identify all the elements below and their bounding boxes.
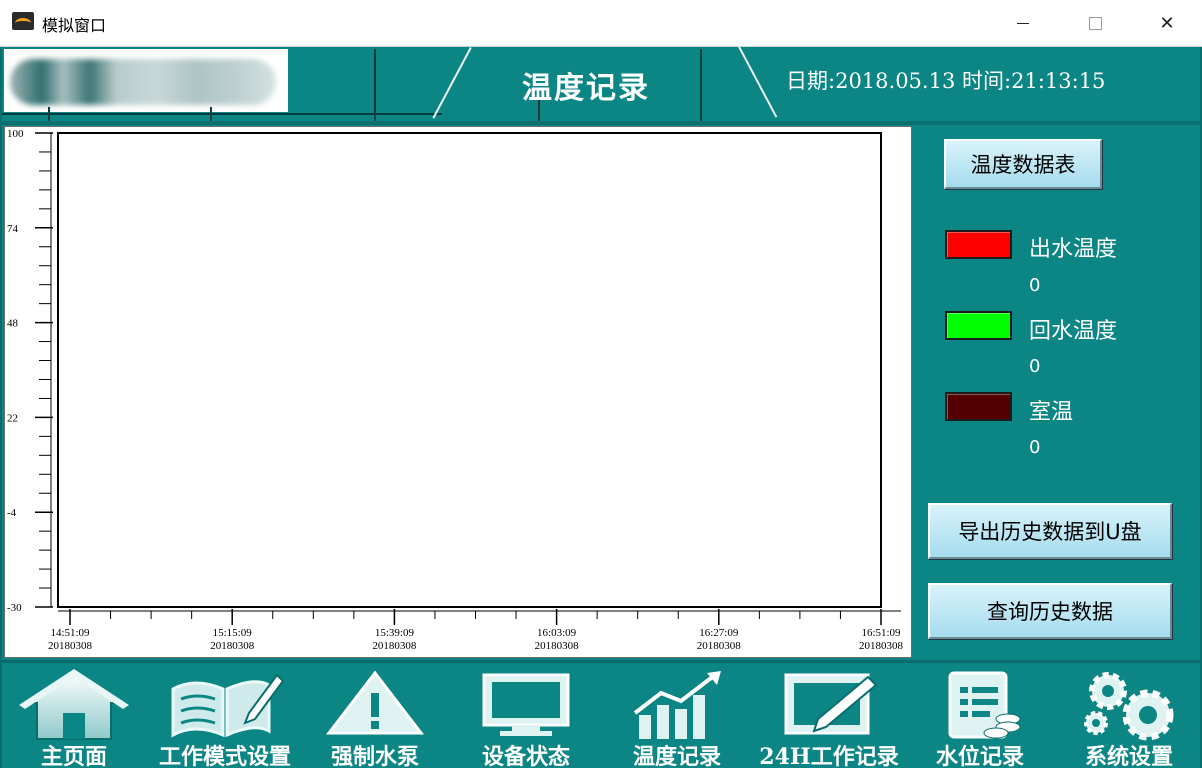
header-line	[2, 113, 442, 115]
y-tick-label: 74	[7, 223, 19, 235]
x-tick-time: 14:51:09	[50, 627, 90, 639]
header-divider	[700, 49, 702, 121]
header-tick	[48, 107, 50, 121]
minimize-icon	[1017, 22, 1029, 24]
header-slant-left	[432, 47, 472, 119]
nav-label: 24H工作记录	[759, 744, 899, 768]
close-button[interactable]: ✕	[1144, 6, 1190, 40]
book-pencil-icon	[150, 669, 300, 741]
monitor-icon	[451, 669, 601, 741]
app-icon	[12, 12, 34, 30]
query-history-button[interactable]: 查询历史数据	[928, 583, 1172, 639]
nav-home[interactable]: 主页面	[0, 669, 149, 768]
nav-24h-work-record[interactable]: 24H工作记录	[754, 669, 904, 768]
legend-value-room-temp: 0	[1029, 437, 1041, 458]
time-value: 21:13:15	[1011, 69, 1106, 93]
header-underline	[2, 121, 1200, 125]
temperature-chart: 100 74 48 22 -4 -30 14:51:09 20180308 15:15:09 20…	[4, 126, 912, 658]
x-tick-date: 20180308	[372, 640, 417, 652]
x-tick-date: 20180308	[697, 640, 742, 652]
y-tick-label: 100	[7, 128, 24, 140]
export-usb-button[interactable]: 导出历史数据到U盘	[928, 503, 1172, 559]
header-slant-right	[738, 46, 778, 118]
nav-work-mode[interactable]: 工作模式设置	[150, 669, 300, 768]
nav-label: 水位记录	[935, 744, 1024, 768]
warning-icon	[300, 669, 450, 741]
nav-water-level-record[interactable]: 水位记录	[905, 669, 1055, 768]
chart-svg: 100744822-4-3014:51:092018030815:15:0920…	[7, 128, 904, 652]
legend-value-return-temp: 0	[1029, 356, 1041, 377]
gears-icon	[1054, 669, 1202, 741]
time-label: 时间:	[962, 69, 1012, 93]
temperature-table-button[interactable]: 温度数据表	[944, 139, 1102, 189]
x-tick-time: 16:03:09	[537, 627, 577, 639]
close-icon: ✕	[1159, 12, 1175, 34]
nav-label: 系统设置	[1084, 744, 1173, 768]
nav-temperature-record[interactable]: 温度记录	[602, 669, 752, 768]
x-tick-time: 16:51:09	[861, 627, 901, 639]
document-coins-icon	[905, 669, 1055, 741]
plot-area	[57, 132, 882, 608]
edit-board-icon	[754, 669, 904, 741]
y-tick-label: -4	[7, 507, 17, 519]
header-divider	[374, 49, 376, 121]
y-tick-label: 48	[7, 318, 19, 330]
legend-swatch-return-temp	[945, 311, 1012, 340]
nav-force-pump[interactable]: 强制水泵	[300, 669, 450, 768]
nav-label: 设备状态	[481, 744, 570, 768]
nav-label: 工作模式设置	[158, 744, 291, 768]
legend-value-outlet-temp: 0	[1029, 275, 1041, 296]
client-area: 温度记录 日期:2018.05.13 时间:21:13:15 100 74 48 22…	[0, 46, 1202, 768]
company-logo	[4, 49, 288, 112]
x-tick-date: 20180308	[48, 640, 93, 652]
x-tick-date: 20180308	[859, 640, 904, 652]
bar-chart-icon	[602, 669, 752, 741]
page-title: 温度记录	[522, 71, 650, 106]
blurred-logo-image	[10, 59, 276, 105]
nav-device-status[interactable]: 设备状态	[451, 669, 601, 768]
nav-divider	[2, 660, 1200, 663]
x-tick-time: 15:15:09	[213, 627, 253, 639]
nav-system-settings[interactable]: 系统设置	[1054, 669, 1202, 768]
date-label: 日期:	[786, 69, 836, 93]
minimize-button[interactable]	[1000, 6, 1046, 40]
home-icon	[0, 669, 149, 741]
header-tick	[210, 107, 212, 121]
date-value: 2018.05.13	[835, 69, 956, 93]
maximize-button[interactable]	[1072, 6, 1118, 40]
header-bar: 温度记录 日期:2018.05.13 时间:21:13:15	[2, 46, 1200, 125]
legend-swatch-room-temp	[945, 392, 1012, 421]
nav-label: 温度记录	[632, 744, 721, 768]
window-title: 模拟窗口	[42, 16, 107, 35]
y-tick-label: -30	[7, 602, 22, 614]
legend-label-outlet-temp: 出水温度	[1029, 237, 1118, 262]
x-tick-date: 20180308	[210, 640, 255, 652]
nav-label: 主页面	[40, 744, 107, 768]
date-time-display: 日期:2018.05.13 时间:21:13:15	[786, 65, 1105, 95]
maximize-icon	[1088, 16, 1102, 30]
window-title-bar: 模拟窗口 ✕	[0, 0, 1202, 47]
nav-label: 强制水泵	[330, 744, 419, 768]
x-tick-time: 15:39:09	[375, 627, 415, 639]
x-tick-time: 16:27:09	[699, 627, 739, 639]
legend-label-room-temp: 室温	[1029, 400, 1074, 425]
legend-swatch-outlet-temp	[945, 230, 1012, 259]
y-tick-label: 22	[7, 412, 18, 424]
x-tick-date: 20180308	[535, 640, 580, 652]
legend-label-return-temp: 回水温度	[1029, 319, 1118, 344]
